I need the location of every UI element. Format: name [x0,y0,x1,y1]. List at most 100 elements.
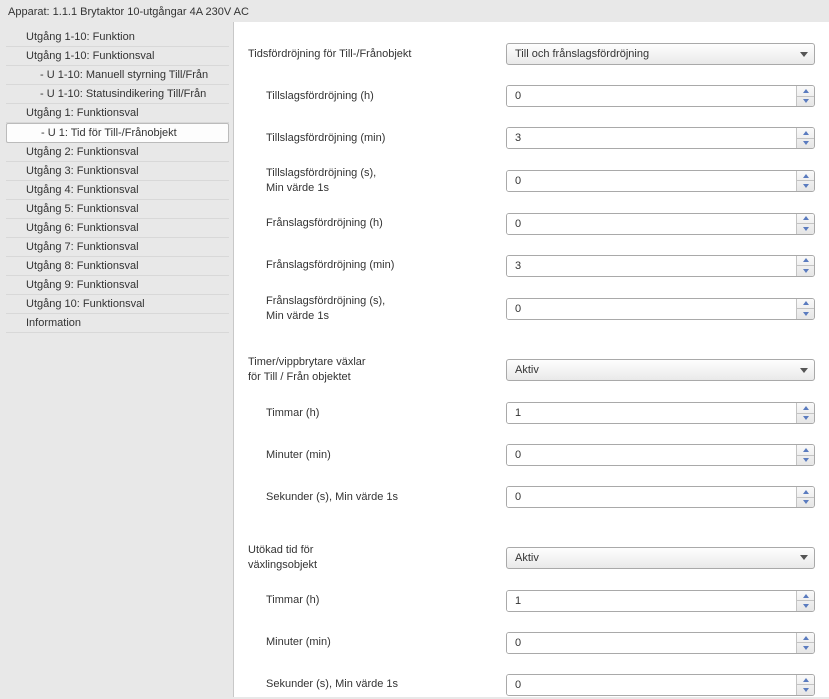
sidebar-item-9[interactable]: Utgång 5: Funktionsval [6,200,229,219]
sidebar-item-10[interactable]: Utgång 6: Funktionsval [6,219,229,238]
spinner-timer-h [796,403,814,423]
spinner-off-delay-s [796,299,814,319]
chevron-up-icon [803,594,809,598]
input-timer-min[interactable] [506,444,815,466]
row-ext-h: Timmar (h) [248,587,815,615]
sidebar-item-3[interactable]: - U 1-10: Statusindikering Till/Från [6,85,229,104]
label-ext-min: Minuter (min) [248,635,506,650]
input-on-delay-h-field[interactable] [507,86,796,106]
row-ext-header: Utökad tid förväxlingsobjekt Aktiv [248,543,815,573]
chevron-up-icon [803,678,809,682]
spin-down-off-delay-s[interactable] [797,309,814,319]
spin-up-off-delay-min[interactable] [797,256,814,267]
spin-up-on-delay-min[interactable] [797,128,814,139]
spinner-ext-h [796,591,814,611]
row-on-delay-h: Tillslagsfördröjning (h) [248,82,815,110]
spin-down-timer-min[interactable] [797,456,814,466]
spin-down-ext-h[interactable] [797,601,814,611]
row-timer-header: Timer/vippbrytare växlarför Till / Från … [248,355,815,385]
label-on-delay-s: Tillslagsfördröjning (s),Min värde 1s [248,166,506,196]
input-timer-h[interactable] [506,402,815,424]
spin-down-timer-s[interactable] [797,498,814,508]
input-ext-min-field[interactable] [507,633,796,653]
input-ext-s-field[interactable] [507,675,796,695]
input-on-delay-min-field[interactable] [507,128,796,148]
spinner-on-delay-s [796,171,814,191]
content-container: Utgång 1-10: FunktionUtgång 1-10: Funkti… [0,22,829,697]
chevron-up-icon [803,448,809,452]
spin-up-ext-min[interactable] [797,633,814,644]
spin-up-on-delay-h[interactable] [797,86,814,97]
spin-down-timer-h[interactable] [797,414,814,424]
chevron-down-icon [803,500,809,504]
input-off-delay-s[interactable] [506,298,815,320]
chevron-down-icon [803,312,809,316]
spinner-timer-min [796,445,814,465]
input-off-delay-s-field[interactable] [507,299,796,319]
input-ext-h[interactable] [506,590,815,612]
chevron-up-icon [803,406,809,410]
spinner-on-delay-h [796,86,814,106]
row-ext-s: Sekunder (s), Min värde 1s [248,671,815,697]
sidebar-item-0[interactable]: Utgång 1-10: Funktion [6,28,229,47]
input-off-delay-h-field[interactable] [507,214,796,234]
input-off-delay-min-field[interactable] [507,256,796,276]
sidebar-item-14[interactable]: Utgång 10: Funktionsval [6,295,229,314]
label-off-delay-min: Frånslagsfördröjning (min) [248,258,506,273]
input-on-delay-h[interactable] [506,85,815,107]
input-timer-h-field[interactable] [507,403,796,423]
sidebar-item-7[interactable]: Utgång 3: Funktionsval [6,162,229,181]
input-on-delay-s-field[interactable] [507,171,796,191]
spin-up-timer-min[interactable] [797,445,814,456]
input-timer-min-field[interactable] [507,445,796,465]
input-on-delay-min[interactable] [506,127,815,149]
label-timer-header: Timer/vippbrytare växlarför Till / Från … [248,355,506,385]
spin-up-ext-h[interactable] [797,591,814,602]
sidebar-item-5[interactable]: - U 1: Tid för Till-/Frånobjekt [6,123,229,143]
sidebar-item-11[interactable]: Utgång 7: Funktionsval [6,238,229,257]
input-timer-s-field[interactable] [507,487,796,507]
sidebar-item-12[interactable]: Utgång 8: Funktionsval [6,257,229,276]
sidebar-item-2[interactable]: - U 1-10: Manuell styrning Till/Från [6,66,229,85]
spin-down-on-delay-min[interactable] [797,139,814,149]
row-on-delay-min: Tillslagsfördröjning (min) [248,124,815,152]
dropdown-timer-mode[interactable]: Aktiv [506,359,815,381]
spin-up-off-delay-s[interactable] [797,299,814,310]
sidebar-item-8[interactable]: Utgång 4: Funktionsval [6,181,229,200]
input-ext-min[interactable] [506,632,815,654]
sidebar-item-1[interactable]: Utgång 1-10: Funktionsval [6,47,229,66]
chevron-up-icon [803,636,809,640]
spin-up-off-delay-h[interactable] [797,214,814,225]
sidebar-item-4[interactable]: Utgång 1: Funktionsval [6,104,229,123]
sidebar-item-15[interactable]: Information [6,314,229,333]
dropdown-ext-mode[interactable]: Aktiv [506,547,815,569]
input-off-delay-min[interactable] [506,255,815,277]
spin-down-ext-min[interactable] [797,643,814,653]
chevron-down-icon [800,52,808,57]
input-on-delay-s[interactable] [506,170,815,192]
chevron-up-icon [803,216,809,220]
sidebar-item-6[interactable]: Utgång 2: Funktionsval [6,143,229,162]
chevron-down-icon [800,555,808,560]
spin-down-off-delay-min[interactable] [797,266,814,276]
spin-down-ext-s[interactable] [797,685,814,695]
spin-up-timer-s[interactable] [797,487,814,498]
input-timer-s[interactable] [506,486,815,508]
spin-down-on-delay-h[interactable] [797,97,814,107]
sidebar-item-13[interactable]: Utgång 9: Funktionsval [6,276,229,295]
spin-down-on-delay-s[interactable] [797,181,814,191]
spinner-timer-s [796,487,814,507]
input-ext-h-field[interactable] [507,591,796,611]
dropdown-delay-mode[interactable]: Till och frånslagsfördröjning [506,43,815,65]
label-off-delay-s: Frånslagsfördröjning (s),Min värde 1s [248,294,506,324]
spin-down-off-delay-h[interactable] [797,224,814,234]
input-off-delay-h[interactable] [506,213,815,235]
chevron-down-icon [803,269,809,273]
spin-up-on-delay-s[interactable] [797,171,814,182]
label-timer-min: Minuter (min) [248,448,506,463]
label-ext-header: Utökad tid förväxlingsobjekt [248,543,506,573]
input-ext-s[interactable] [506,674,815,696]
chevron-up-icon [803,258,809,262]
spin-up-timer-h[interactable] [797,403,814,414]
spin-up-ext-s[interactable] [797,675,814,686]
